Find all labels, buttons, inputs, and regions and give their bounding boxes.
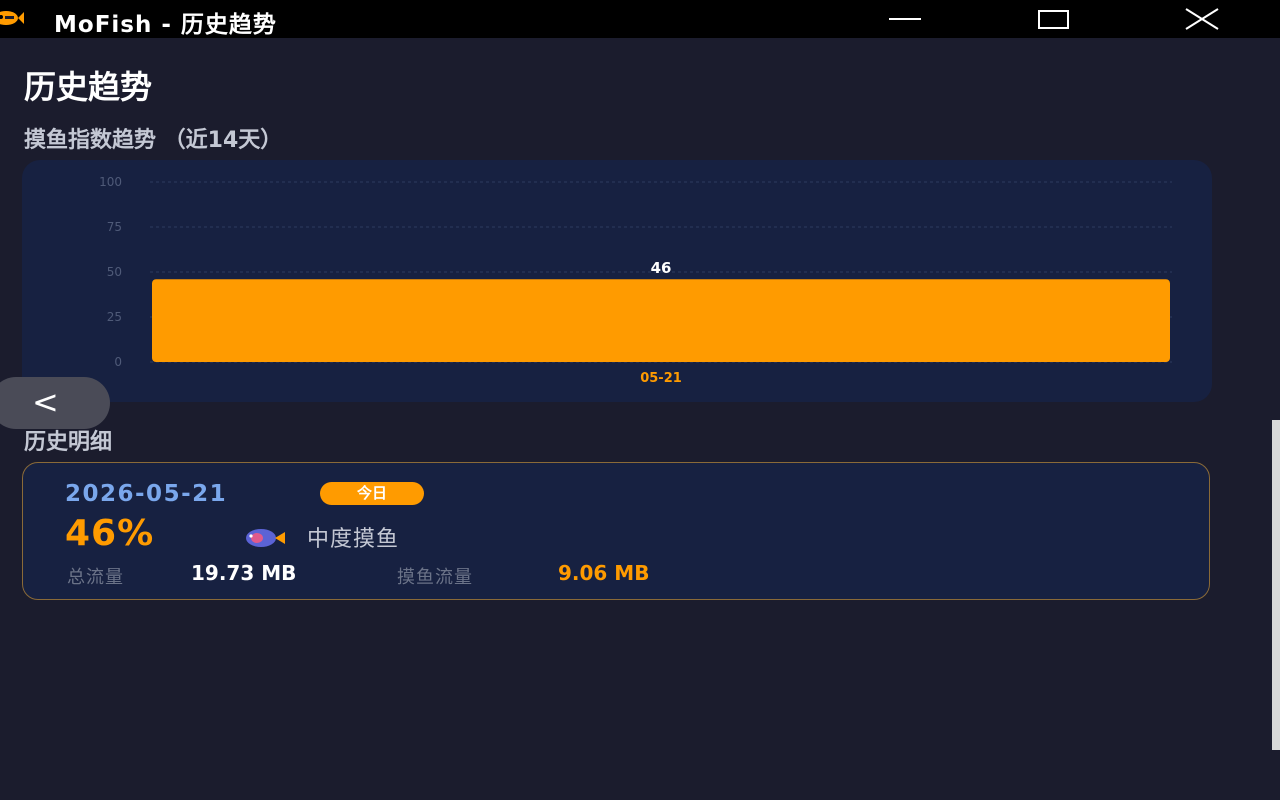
fish-icon xyxy=(246,529,285,547)
x-tick-label: 05-21 xyxy=(640,371,682,386)
app-fish-icon xyxy=(0,11,24,25)
scrollbar[interactable] xyxy=(1272,420,1280,750)
back-button[interactable]: < xyxy=(0,377,110,429)
trend-chart-card: 0 25 50 75 100 46 05-21 xyxy=(22,160,1212,402)
trend-chart: 0 25 50 75 100 46 05-21 xyxy=(99,175,1172,386)
maximize-button[interactable] xyxy=(1026,0,1082,38)
today-badge: 今日 xyxy=(320,482,424,505)
detail-section-title: 历史明细 xyxy=(24,430,113,455)
minimize-button[interactable] xyxy=(877,0,933,38)
record-level: 中度摸鱼 xyxy=(307,527,400,552)
record-date: 2026-05-21 xyxy=(65,481,228,507)
history-record-card[interactable]: 2026-05-21 今日 46% 中度摸鱼 总流量 19.73 MB 摸鱼流量… xyxy=(22,462,1210,600)
fish-traffic-value: 9.06 MB xyxy=(558,561,650,585)
close-button[interactable] xyxy=(1174,0,1230,38)
y-tick-label: 75 xyxy=(107,220,122,234)
page-title: 历史趋势 xyxy=(24,68,153,106)
bar xyxy=(152,279,1170,362)
total-traffic-value: 19.73 MB xyxy=(191,561,297,585)
total-traffic-label: 总流量 xyxy=(67,567,124,588)
maximize-icon xyxy=(1038,10,1069,29)
window-title: MoFish - 历史趋势 xyxy=(54,12,277,38)
trend-section-title: 摸鱼指数趋势 （近14天） xyxy=(24,128,283,153)
close-icon xyxy=(1185,8,1219,30)
y-tick-label: 0 xyxy=(114,355,122,369)
y-tick-label: 25 xyxy=(107,310,122,324)
fish-traffic-label: 摸鱼流量 xyxy=(397,567,473,588)
record-percent: 46% xyxy=(65,513,155,554)
title-bar: MoFish - 历史趋势 xyxy=(0,0,1280,38)
y-tick-label: 100 xyxy=(99,175,122,189)
chevron-left-icon: < xyxy=(32,383,59,421)
data-label: 46 xyxy=(651,259,672,277)
y-tick-label: 50 xyxy=(107,265,122,279)
minimize-icon xyxy=(889,18,921,20)
